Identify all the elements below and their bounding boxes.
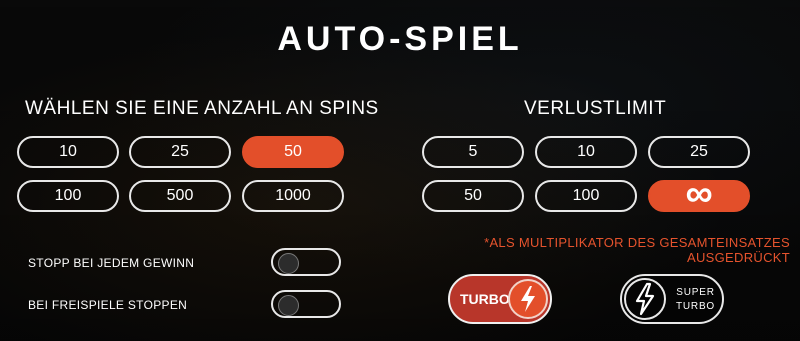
- loss-limit-option-100[interactable]: 100: [535, 180, 637, 212]
- infinity-icon: ∞: [685, 173, 713, 215]
- super-turbo-label: SUPER TURBO: [676, 286, 715, 314]
- page-title: AUTO-SPIEL: [277, 20, 523, 58]
- spins-option-1000[interactable]: 1000: [242, 180, 344, 212]
- spins-option-500[interactable]: 500: [129, 180, 231, 212]
- turbo-button[interactable]: TURBO: [448, 274, 552, 324]
- turbo-label: TURBO: [460, 291, 510, 307]
- spins-option-50[interactable]: 50: [242, 136, 344, 168]
- loss-limit-option-50[interactable]: 50: [422, 180, 524, 212]
- super-turbo-label-line2: TURBO: [676, 301, 715, 312]
- loss-limit-option-unlimited[interactable]: ∞: [648, 175, 750, 213]
- loss-limit-option-5[interactable]: 5: [422, 136, 524, 168]
- loss-limit-option-25[interactable]: 25: [648, 136, 750, 168]
- toggle-stop-on-free-spins[interactable]: [271, 290, 341, 318]
- super-turbo-button[interactable]: SUPER TURBO: [620, 274, 724, 324]
- toggle-stop-on-win[interactable]: [271, 248, 341, 276]
- multiplier-note: *ALS MULTIPLIKATOR DES GESAMTEINSATZES A…: [484, 235, 790, 265]
- toggle-label-stop-on-win: STOPP BEI JEDEM GEWINN: [28, 256, 195, 270]
- toggle-label-stop-on-free-spins: BEI FREISPIELE STOPPEN: [28, 298, 188, 312]
- spins-option-25[interactable]: 25: [129, 136, 231, 168]
- toggle-knob: [278, 295, 299, 316]
- toggle-knob: [278, 253, 299, 274]
- lightning-bolt-icon: [624, 278, 666, 320]
- super-turbo-label-line1: SUPER: [676, 287, 715, 298]
- loss-limit-label: VERLUSTLIMIT: [524, 98, 667, 119]
- spins-option-100[interactable]: 100: [17, 180, 119, 212]
- spins-option-10[interactable]: 10: [17, 136, 119, 168]
- lightning-bolt-icon: [508, 279, 548, 319]
- spins-label: WÄHLEN SIE EINE ANZAHL AN SPINS: [25, 98, 379, 119]
- loss-limit-option-10[interactable]: 10: [535, 136, 637, 168]
